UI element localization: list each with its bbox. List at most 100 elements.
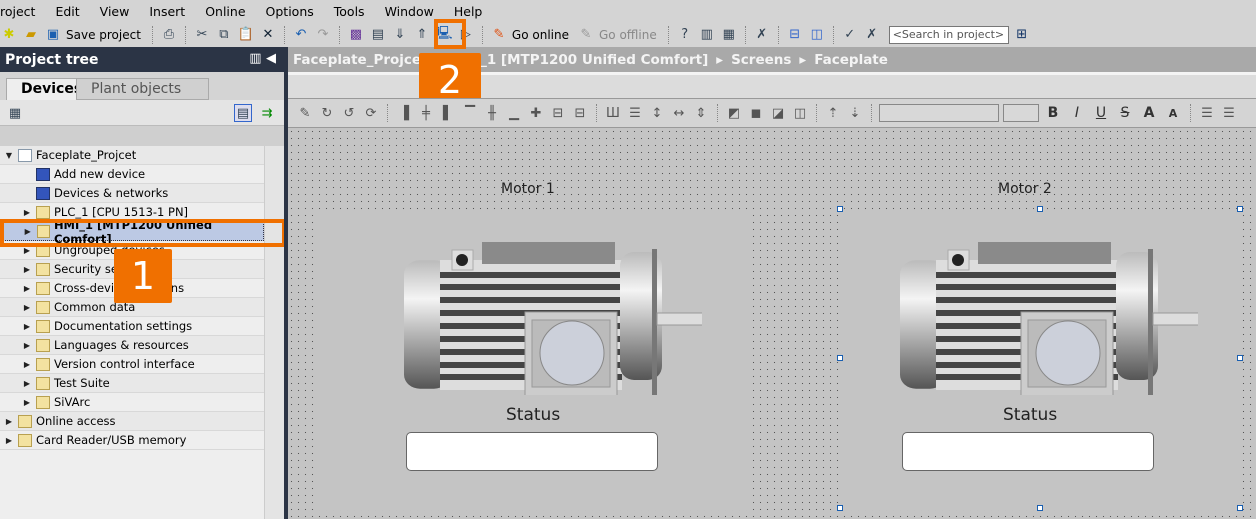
- cut-icon[interactable]: ✂: [193, 26, 211, 44]
- text-align-left-icon[interactable]: ☰: [1198, 104, 1216, 122]
- menu-online[interactable]: Online: [195, 4, 255, 19]
- bring-forward-icon[interactable]: ◪: [769, 104, 787, 122]
- tree-item[interactable]: Devices & networks: [0, 184, 264, 203]
- compile-icon[interactable]: ▩: [347, 26, 365, 44]
- resize-handle[interactable]: [837, 355, 843, 361]
- center-horizontal-icon[interactable]: ✚: [527, 104, 545, 122]
- tree-scrollbar[interactable]: [264, 146, 284, 519]
- menu-insert[interactable]: Insert: [139, 4, 195, 19]
- tree-item[interactable]: ▼ Faceplate_Projcet: [0, 146, 264, 165]
- delete-icon[interactable]: ✕: [259, 26, 277, 44]
- menu-project[interactable]: roject: [0, 4, 45, 19]
- tab-plant-objects[interactable]: Plant objects: [76, 78, 209, 100]
- cross-reference-icon[interactable]: ✗: [753, 26, 771, 44]
- menu-view[interactable]: View: [90, 4, 140, 19]
- expand-arrow-icon[interactable]: ▶: [22, 208, 32, 217]
- tree-item[interactable]: Add new device: [0, 165, 264, 184]
- bring-to-front-icon[interactable]: ◩: [725, 104, 743, 122]
- uncheck-icon[interactable]: ✗: [863, 26, 881, 44]
- collapse-panel-icon[interactable]: ▥ ◀: [249, 51, 276, 66]
- stop-cpu-icon[interactable]: ▦: [720, 26, 738, 44]
- expand-arrow-icon[interactable]: ▶: [22, 398, 32, 407]
- resize-handle[interactable]: [837, 505, 843, 511]
- tree-item[interactable]: ▶ Card Reader/USB memory: [0, 431, 264, 450]
- tree-item[interactable]: ▶ Version control interface: [0, 355, 264, 374]
- send-backward-icon[interactable]: ◫: [791, 104, 809, 122]
- motor-1-status-field[interactable]: [406, 432, 658, 471]
- rotate-left-icon[interactable]: ↺: [340, 104, 358, 122]
- copy-icon[interactable]: ⧉: [215, 26, 233, 44]
- center-vertical-icon[interactable]: ⊟: [549, 104, 567, 122]
- motor-1-graphic[interactable]: [402, 240, 708, 401]
- decrease-font-button[interactable]: A: [1163, 107, 1183, 120]
- expand-arrow-icon[interactable]: ▶: [22, 284, 32, 293]
- rotate-right-icon[interactable]: ↻: [318, 104, 336, 122]
- text-align-center-icon[interactable]: ☰: [1220, 104, 1238, 122]
- print-icon[interactable]: ⎙: [160, 26, 178, 44]
- menu-help[interactable]: Help: [444, 4, 493, 19]
- font-name-select[interactable]: [879, 104, 999, 122]
- new-group-icon[interactable]: ▦: [6, 104, 24, 122]
- tree-item[interactable]: ▶ Languages & resources: [0, 336, 264, 355]
- align-bottom-icon[interactable]: ▁: [505, 104, 523, 122]
- breadcrumb-screens[interactable]: Screens: [731, 52, 791, 68]
- expand-arrow-icon[interactable]: ▶: [22, 265, 32, 274]
- go-online-button[interactable]: Go online: [512, 28, 569, 42]
- resize-handle[interactable]: [1037, 505, 1043, 511]
- align-right-icon[interactable]: ▌: [439, 104, 457, 122]
- menu-tools[interactable]: Tools: [324, 4, 375, 19]
- resize-handle[interactable]: [1237, 206, 1243, 212]
- rotate-icon[interactable]: ⟳: [362, 104, 380, 122]
- format-painter-icon[interactable]: ✎: [296, 104, 314, 122]
- expand-arrow-icon[interactable]: ▶: [22, 360, 32, 369]
- go-online-icon[interactable]: ✎: [490, 26, 508, 44]
- open-project-icon[interactable]: ▰: [22, 26, 40, 44]
- resize-handle[interactable]: [837, 206, 843, 212]
- breadcrumb-faceplate[interactable]: Faceplate: [814, 52, 888, 68]
- resize-handle[interactable]: [1237, 355, 1243, 361]
- expanded-arrow-icon[interactable]: ▼: [4, 151, 14, 160]
- save-icon[interactable]: ▣: [44, 26, 62, 44]
- underline-button[interactable]: U: [1091, 105, 1111, 121]
- new-project-icon[interactable]: ✱: [0, 26, 18, 44]
- align-center-icon[interactable]: ╪: [417, 104, 435, 122]
- download-config-icon[interactable]: ▤: [369, 26, 387, 44]
- align-middle-icon[interactable]: ╫: [483, 104, 501, 122]
- save-project-button[interactable]: Save project: [66, 28, 141, 42]
- search-in-project-input[interactable]: <Search in project>: [888, 25, 1009, 44]
- expand-arrow-icon[interactable]: ▶: [4, 417, 14, 426]
- download-icon[interactable]: ⇓: [391, 26, 409, 44]
- start-cpu-icon[interactable]: ▥: [698, 26, 716, 44]
- send-to-back-icon[interactable]: ◼: [747, 104, 765, 122]
- bold-button[interactable]: B: [1043, 105, 1063, 121]
- expand-arrow-icon[interactable]: ▶: [22, 322, 32, 331]
- tree-item[interactable]: ▶ Test Suite: [0, 374, 264, 393]
- font-size-select[interactable]: [1003, 104, 1039, 122]
- expand-arrow-icon[interactable]: ▶: [4, 436, 14, 445]
- expand-arrow-icon[interactable]: ▶: [22, 341, 32, 350]
- distribute-vertical-icon[interactable]: ☰: [626, 104, 644, 122]
- menu-window[interactable]: Window: [375, 4, 444, 19]
- screen-canvas[interactable]: Motor 1 Motor 2 Status Status: [288, 128, 1256, 519]
- align-left-icon[interactable]: ▐: [395, 104, 413, 122]
- split-vertical-icon[interactable]: ◫: [808, 26, 826, 44]
- layer-up-icon[interactable]: ⇡: [824, 104, 842, 122]
- redo-icon[interactable]: ↷: [314, 26, 332, 44]
- motor-2-status-field[interactable]: [902, 432, 1154, 471]
- layer-down-icon[interactable]: ⇣: [846, 104, 864, 122]
- accessible-devices-icon[interactable]: ?: [676, 26, 694, 44]
- breadcrumb-device[interactable]: HMI_1 [MTP1200 Unified Comfort]: [450, 52, 708, 68]
- split-horizontal-icon[interactable]: ⊟: [786, 26, 804, 44]
- binoculars-icon[interactable]: ⊞: [1013, 26, 1031, 44]
- overview-icon[interactable]: ▤: [234, 104, 252, 122]
- center-icon[interactable]: ⊟: [571, 104, 589, 122]
- paste-icon[interactable]: 📋: [237, 26, 255, 44]
- italic-button[interactable]: I: [1067, 105, 1087, 121]
- resize-handle[interactable]: [1237, 505, 1243, 511]
- strikethrough-button[interactable]: S: [1115, 105, 1135, 121]
- expand-arrow-icon[interactable]: ▶: [22, 303, 32, 312]
- motor-2-graphic[interactable]: [898, 240, 1204, 401]
- menu-edit[interactable]: Edit: [45, 4, 89, 19]
- menu-options[interactable]: Options: [256, 4, 324, 19]
- export-icon[interactable]: ⇉: [258, 104, 276, 122]
